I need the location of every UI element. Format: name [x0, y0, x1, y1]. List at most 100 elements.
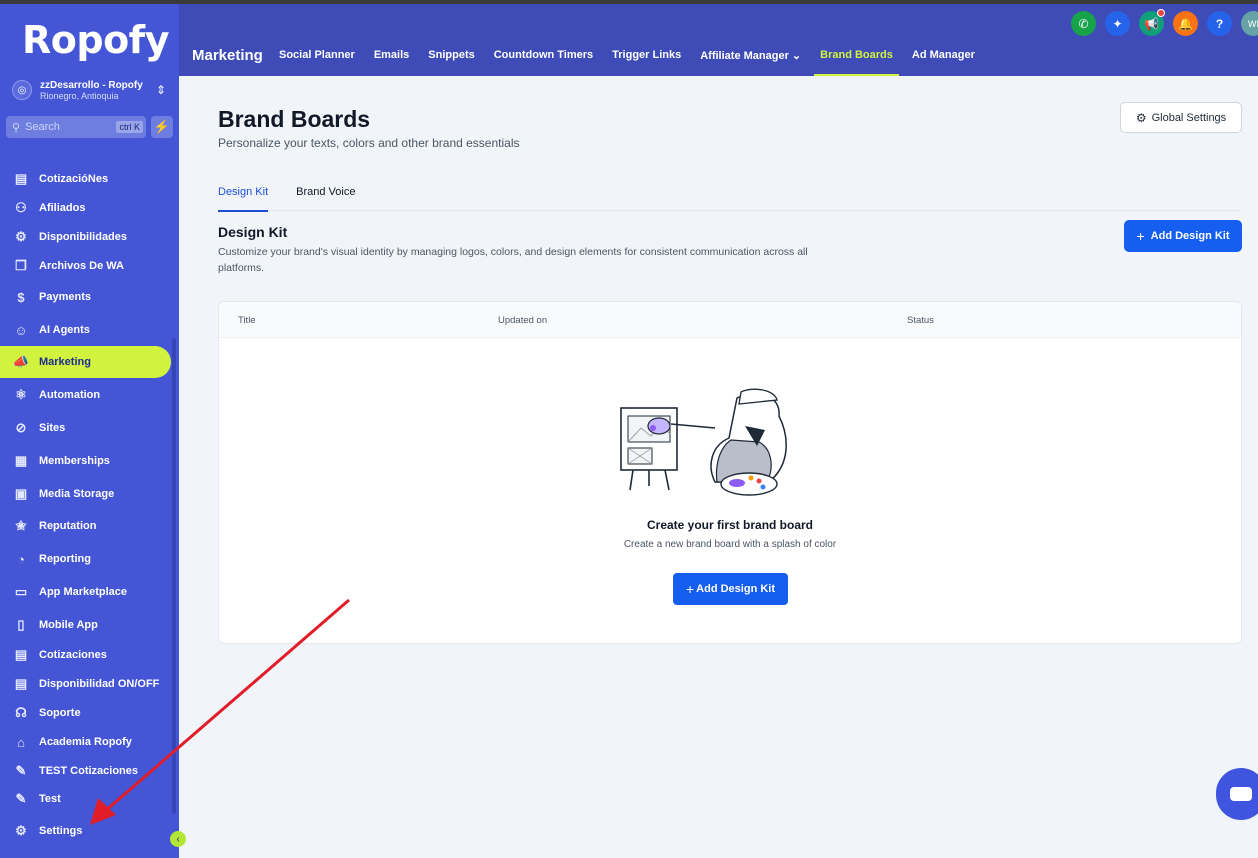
sidebar-item-label: Mobile App: [39, 619, 98, 631]
sidebar-item-archivos-de-wa[interactable]: ❐ Archivos De WA: [0, 251, 171, 281]
section-title: Marketing: [192, 47, 263, 64]
sidebar-item-label: Reputation: [39, 520, 97, 532]
sidebar-item-mobile-app[interactable]: ▯ Mobile App: [0, 610, 171, 640]
account-switcher[interactable]: ◎ zzDesarrollo - Ropofy Rionegro, Antioq…: [8, 70, 172, 110]
main-content: Brand Boards Personalize your texts, col…: [179, 76, 1258, 858]
sidebar-item-payments[interactable]: $ Payments: [0, 282, 171, 312]
sidebar-item-label: Media Storage: [39, 488, 115, 500]
global-settings-label: Global Settings: [1151, 111, 1227, 124]
account-icon: ◎: [12, 80, 32, 100]
tab-social-planner[interactable]: Social Planner: [279, 49, 355, 62]
graduation-icon: ⌂: [17, 734, 25, 750]
sidebar-item-label: Settings: [39, 825, 83, 837]
sidebar-item-disponibilidades[interactable]: ⚙ Disponibilidades: [0, 222, 171, 252]
tab-affiliate-manager[interactable]: Affiliate Manager ⌄: [700, 49, 801, 62]
file-icon: ▤: [14, 676, 28, 691]
tab-design-kit[interactable]: Design Kit: [218, 186, 269, 212]
add-design-kit-label: Add Design Kit: [1150, 230, 1230, 242]
add-design-kit-button[interactable]: + Add Design Kit: [1124, 220, 1242, 252]
brand-board-tabs: Design Kit Brand Voice: [218, 186, 1242, 212]
sidebar: Ropofy ◎ zzDesarrollo - Ropofy Rionegro,…: [0, 4, 186, 858]
sidebar-item-cotizaciones-2[interactable]: ▤ Cotizaciones: [0, 640, 171, 670]
sidebar-item-label: Sites: [39, 422, 66, 434]
plus-icon: +: [685, 581, 695, 597]
sidebar-item-label: Cotizaciones: [39, 649, 107, 661]
empty-state-title: Create your first brand board: [646, 518, 814, 532]
announcement-icon[interactable]: 📢: [1139, 9, 1165, 36]
sidebar-item-test[interactable]: ✎ Test: [0, 784, 171, 814]
search-shortcut: ctrl K: [116, 121, 143, 133]
page-title: Brand Boards: [218, 106, 371, 132]
sidebar-item-disponibilidad-onoff[interactable]: ▤ Disponibilidad ON/OFF: [0, 669, 171, 699]
sidebar-item-memberships[interactable]: ▦ Memberships: [0, 446, 171, 476]
search-input[interactable]: ⚲ Search ctrl K: [6, 116, 146, 138]
sidebar-scrollbar[interactable]: [172, 338, 176, 814]
store-icon: ▭: [14, 584, 28, 599]
sidebar-item-label: Archivos De WA: [39, 260, 124, 272]
megaphone-icon: 📣: [12, 354, 30, 369]
empty-state-add-design-kit-button[interactable]: + Add Design Kit: [673, 573, 788, 605]
star-icon: ✬: [15, 518, 27, 533]
cog-group-icon: ⚙: [15, 229, 27, 244]
sidebar-item-marketing[interactable]: 📣 Marketing: [0, 346, 171, 378]
notification-dot: [1157, 9, 1165, 17]
column-header-status: Status: [907, 315, 934, 326]
sidebar-item-label: Reporting: [39, 553, 91, 565]
sidebar-item-label: Disponibilidades: [39, 231, 128, 243]
sidebar-item-soporte[interactable]: ☊ Soporte: [0, 698, 171, 728]
empty-add-label: Add Design Kit: [696, 583, 776, 595]
dollar-icon: $: [17, 289, 25, 305]
sidebar-item-label: CotizacióNes: [39, 173, 109, 185]
user-avatar[interactable]: WI: [1241, 11, 1258, 36]
sidebar-item-media-storage[interactable]: ▣ Media Storage: [0, 479, 171, 509]
image-icon: ▣: [14, 486, 28, 501]
membership-icon: ▦: [14, 453, 28, 468]
tab-emails[interactable]: Emails: [374, 49, 409, 62]
tab-snippets[interactable]: Snippets: [428, 49, 474, 62]
sidebar-item-sites[interactable]: ⊘ Sites: [0, 413, 171, 443]
sidebar-item-label: Soporte: [39, 707, 81, 719]
design-kit-table: Title Updated on Status Create your firs…: [218, 301, 1242, 644]
top-icon-bar: ✆ ✦ 📢 🔔 ? WI: [1071, 9, 1258, 36]
sidebar-item-test-cotizaciones[interactable]: ✎ TEST Cotizaciones: [0, 756, 171, 786]
account-name: zzDesarrollo - Ropofy: [40, 79, 143, 91]
sidebar-item-app-marketplace[interactable]: ▭ App Marketplace: [0, 577, 171, 607]
gear-icon: ⚙: [1135, 110, 1147, 125]
pencil-icon: ✎: [15, 791, 27, 806]
sidebar-item-automation[interactable]: ⚛ Automation: [0, 380, 171, 410]
chart-icon: ◔: [17, 551, 25, 567]
quick-actions-bolt-icon[interactable]: ⚡: [151, 116, 173, 138]
phone-icon: ▯: [17, 617, 25, 632]
tab-brand-boards[interactable]: Brand Boards: [814, 49, 899, 76]
tab-ad-manager[interactable]: Ad Manager: [912, 49, 975, 62]
sidebar-item-reporting[interactable]: ◔ Reporting: [0, 544, 171, 574]
sidebar-item-cotizaciones[interactable]: ▤ CotizacióNes: [0, 164, 171, 194]
compass-icon: ⊘: [15, 420, 27, 435]
sidebar-item-label: App Marketplace: [39, 586, 128, 598]
sidebar-item-label: Marketing: [39, 356, 91, 368]
sidebar-item-settings[interactable]: ⚙ Settings: [0, 816, 171, 846]
empty-state-subtitle: Create a new brand board with a splash o…: [623, 539, 837, 550]
sparkles-icon[interactable]: ✦: [1105, 11, 1130, 36]
chat-widget-button[interactable]: [1216, 768, 1258, 820]
global-settings-button[interactable]: ⚙ Global Settings: [1120, 102, 1242, 133]
sidebar-item-label: Payments: [39, 291, 91, 303]
tab-trigger-links[interactable]: Trigger Links: [612, 49, 681, 62]
sidebar-item-label: Disponibilidad ON/OFF: [39, 678, 160, 690]
bell-icon[interactable]: 🔔: [1173, 11, 1198, 36]
sidebar-item-ai-agents[interactable]: ☺ AI Agents: [0, 315, 171, 345]
help-icon[interactable]: ?: [1207, 11, 1232, 36]
sidebar-item-academia-ropofy[interactable]: ⌂ Academia Ropofy: [0, 727, 171, 757]
tab-countdown-timers[interactable]: Countdown Timers: [494, 49, 593, 62]
tab-brand-voice[interactable]: Brand Voice: [296, 186, 355, 211]
brand-logo[interactable]: Ropofy: [22, 18, 169, 62]
file-icon: ▤: [14, 171, 28, 186]
column-header-title: Title: [238, 315, 256, 326]
automation-icon: ⚛: [15, 387, 27, 402]
sidebar-item-afiliados[interactable]: ⚇ Afiliados: [0, 193, 171, 223]
robot-icon: ☺: [14, 322, 28, 338]
sidebar-item-reputation[interactable]: ✬ Reputation: [0, 511, 171, 541]
design-kit-heading: Design Kit: [218, 224, 288, 240]
column-header-updated-on: Updated on: [498, 315, 548, 326]
phone-icon[interactable]: ✆: [1071, 11, 1096, 36]
